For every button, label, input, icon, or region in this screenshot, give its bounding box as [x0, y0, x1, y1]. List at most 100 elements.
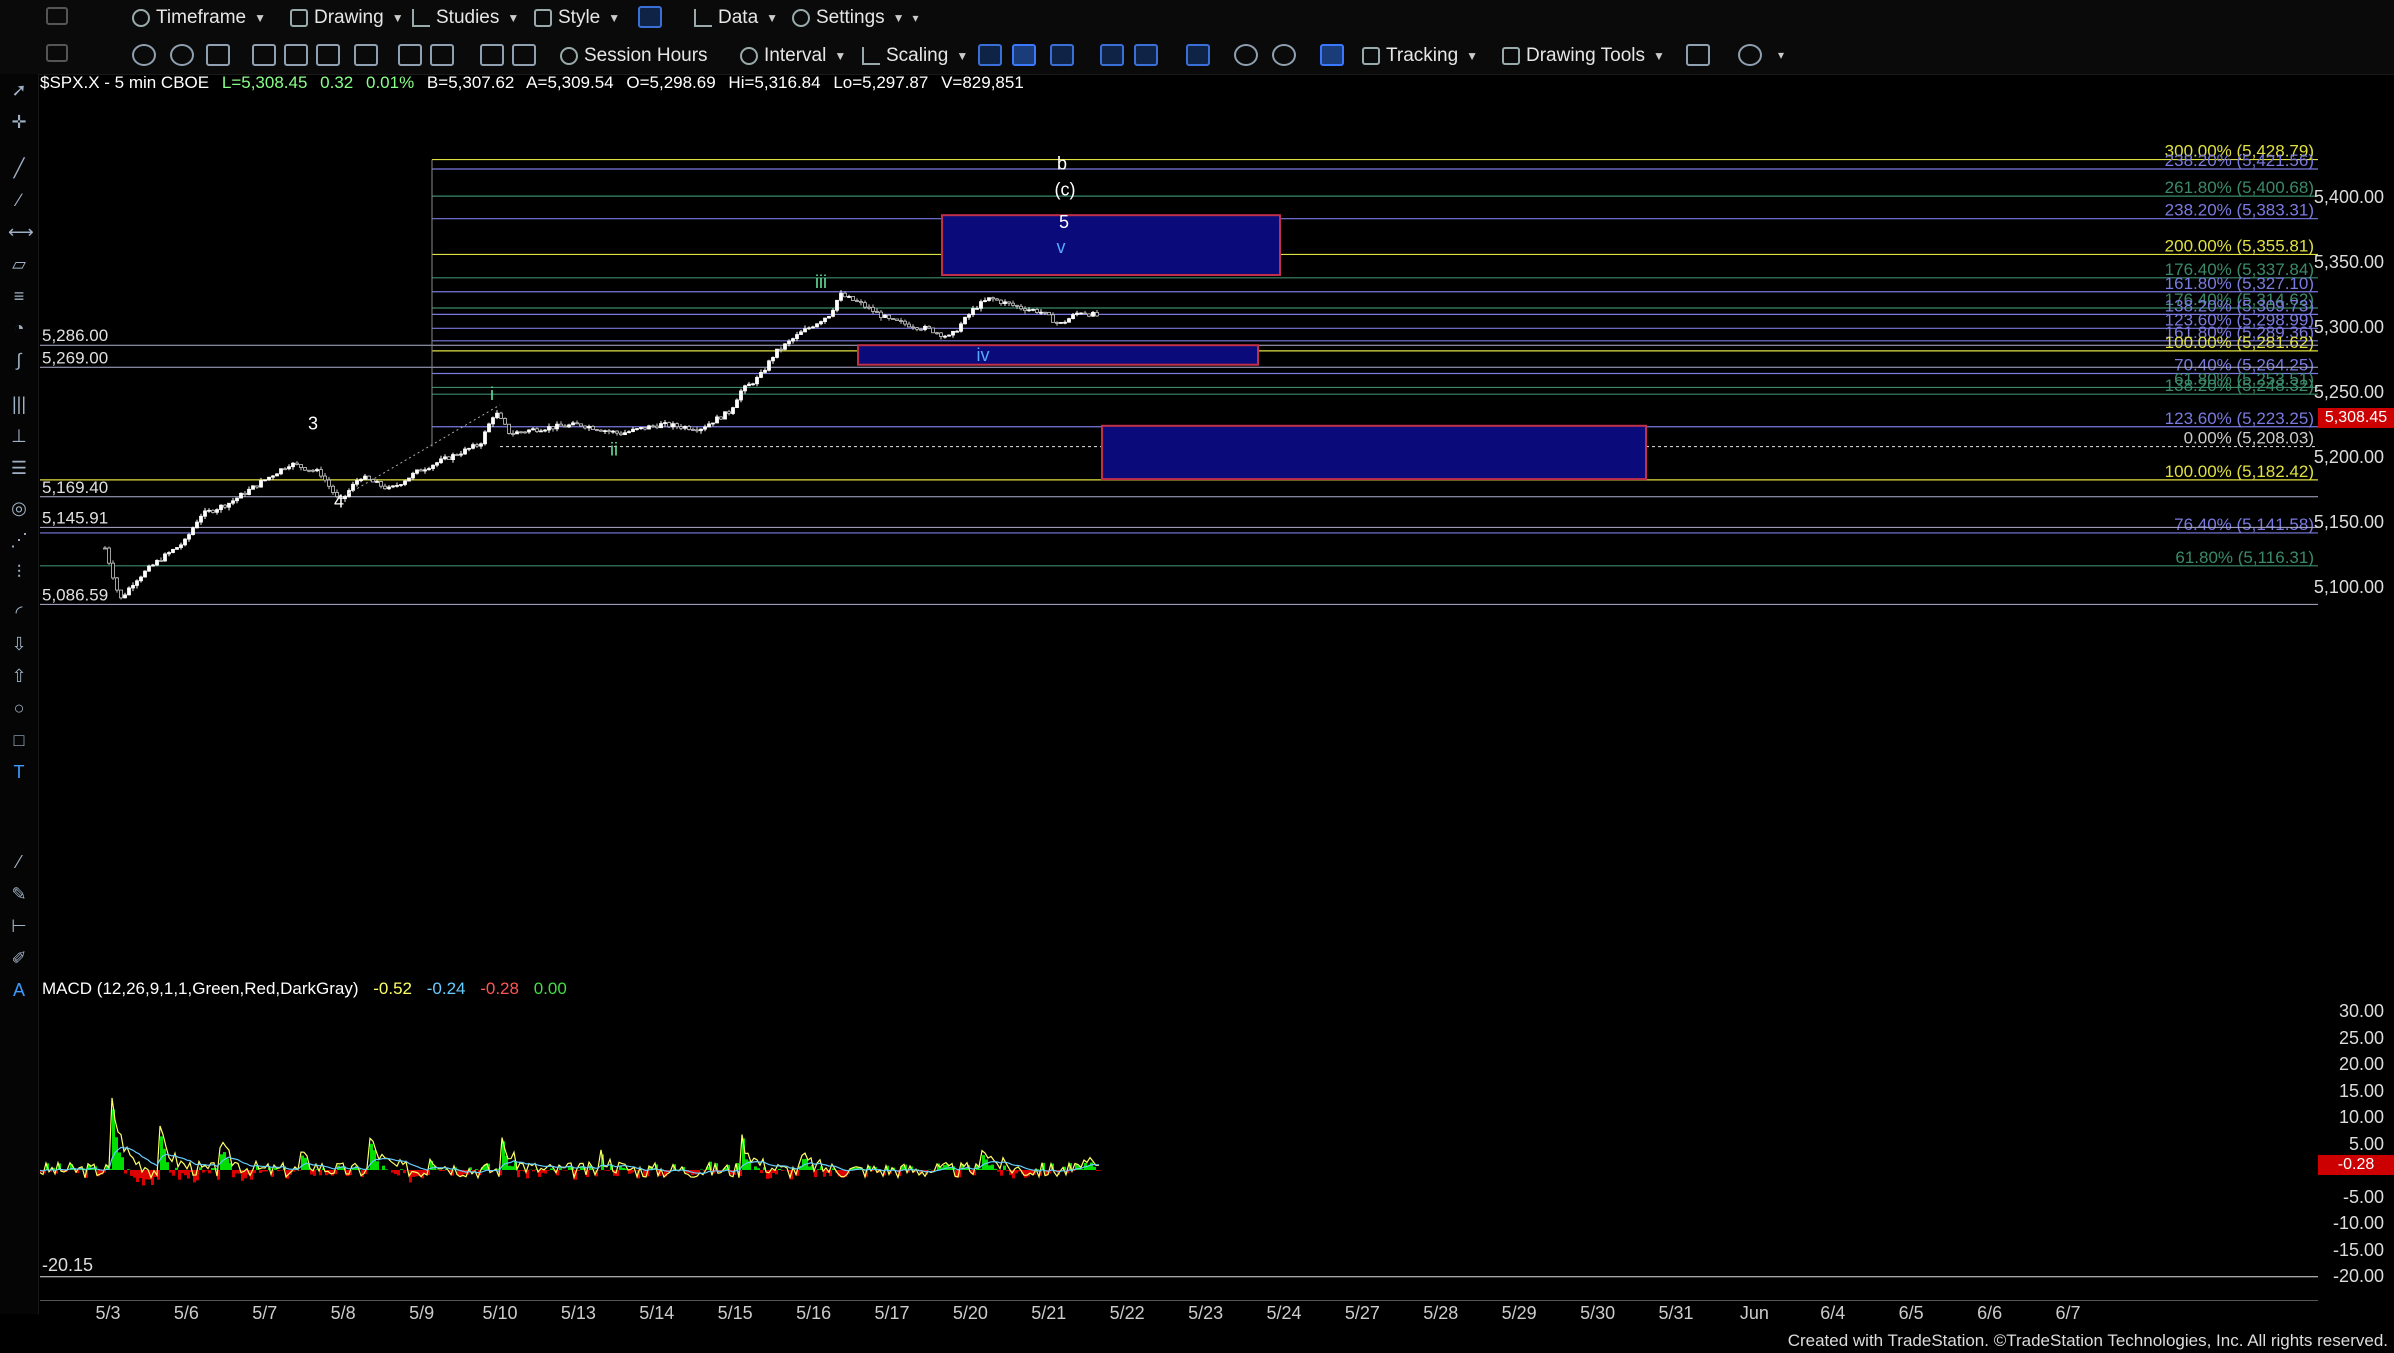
channel-icon[interactable]: ▱ [8, 254, 30, 274]
screenshot-icon[interactable] [316, 44, 340, 66]
studies-label: Studies [436, 7, 500, 28]
window-icon[interactable] [46, 7, 68, 25]
format-icon[interactable] [430, 44, 454, 66]
more-icon[interactable]: ▾ [913, 11, 919, 25]
delete-drawings-icon[interactable]: ✎ [8, 884, 30, 904]
settings-menu[interactable]: Settings ▼ ▾ [792, 6, 919, 30]
ellipse-icon[interactable]: ○ [8, 698, 30, 718]
candle-body [919, 328, 923, 331]
symbol-label: $SPX.X - 5 min CBOE [40, 73, 210, 92]
candle-body [719, 416, 723, 420]
candle-body [847, 296, 851, 298]
candle-body [991, 297, 995, 300]
candle-body [619, 432, 623, 436]
style-menu[interactable]: Style ▼ [534, 6, 620, 30]
candlestick-icon[interactable] [1012, 44, 1036, 66]
pointer-icon[interactable]: ➚ [8, 80, 30, 100]
macd-chart[interactable] [40, 980, 2318, 1298]
ray-icon[interactable]: ∕ [8, 190, 30, 210]
timeframe-menu[interactable]: Timeframe ▼ [132, 6, 266, 30]
circle-tool-icon[interactable] [132, 44, 156, 66]
macd-histogram-bar [1090, 1162, 1093, 1170]
text-icon[interactable]: T [8, 762, 30, 782]
chart-window-icon[interactable] [206, 44, 230, 66]
candle-body [843, 292, 847, 298]
parallel-lines-icon[interactable]: ≡ [8, 286, 30, 306]
price-axis[interactable]: 5,400.00 5,350.00 5,300.00 5,250.00 5,200.00… [2314, 92, 2394, 952]
more-icon[interactable]: ▾ [1778, 48, 1784, 62]
candle-body [967, 314, 971, 318]
brush-icon[interactable]: ∫ [8, 350, 30, 370]
screen-icon[interactable] [512, 44, 536, 66]
data-menu[interactable]: Data ▼ [694, 6, 778, 30]
scaling-menu[interactable]: Scaling ▼ [862, 44, 968, 68]
macd-histogram-bar [436, 1169, 439, 1170]
studies-icon[interactable] [1134, 44, 1158, 66]
candle-body [995, 298, 999, 301]
candle-body [527, 429, 531, 433]
candle-body [731, 407, 735, 414]
circle-tool-2-icon[interactable] [170, 44, 194, 66]
fib-retrace-icon[interactable]: ☰ [8, 458, 30, 478]
layout-icon[interactable] [252, 44, 276, 66]
macd-histogram-bar [187, 1170, 190, 1179]
candle-body [491, 417, 495, 425]
gann-icon[interactable]: ◎ [8, 498, 30, 518]
zoom-out-icon[interactable] [1272, 44, 1296, 66]
studies-menu[interactable]: Studies ▼ [412, 6, 519, 30]
fib-icon[interactable]: ◔ [8, 318, 30, 338]
time-axis-label: 5/14 [639, 1303, 675, 1323]
candle-body [699, 428, 703, 432]
lock-icon[interactable]: ⊢ [8, 916, 30, 936]
tile-icon[interactable] [284, 44, 308, 66]
candle-body [803, 328, 807, 333]
macd-histogram-bar [169, 1170, 172, 1173]
grid-icon[interactable] [1320, 44, 1344, 66]
trendline-icon[interactable]: ╱ [8, 158, 30, 178]
interval-menu[interactable]: Interval ▼ [740, 44, 846, 68]
arrow-up-icon[interactable]: ⇧ [8, 666, 30, 686]
zoom-in-icon[interactable] [1234, 44, 1258, 66]
time-axis-label: 5/29 [1501, 1303, 1537, 1323]
fib-label: 238.20% (5,383.31) [2165, 201, 2314, 220]
horizontal-ray-icon[interactable]: ⟷ [8, 222, 34, 242]
print-icon[interactable] [398, 44, 422, 66]
arrow-down-icon[interactable]: ⇩ [8, 634, 30, 654]
candle-body [715, 416, 719, 424]
tracking-menu[interactable]: Tracking ▼ [1362, 44, 1478, 68]
vertical-lines-icon[interactable]: ||| [8, 394, 30, 414]
fib-ext-icon[interactable]: ⊥ [8, 426, 30, 446]
crosshair-icon[interactable]: ✛ [8, 112, 30, 132]
volume-icon[interactable] [1100, 44, 1124, 66]
candle-body [423, 469, 427, 472]
macd-histogram-bar [262, 1170, 265, 1172]
text-annotation-icon[interactable]: A [8, 980, 30, 1000]
session-hours-menu[interactable]: Session Hours [560, 44, 708, 68]
hierarchy-icon[interactable] [480, 44, 504, 66]
candle-body [583, 425, 587, 429]
pattern-icon[interactable]: ⋰ [8, 530, 30, 550]
price-chart[interactable]: 300.00% (5,428.79)238.20% (5,421.56)261.… [40, 92, 2318, 952]
export-icon[interactable] [1686, 44, 1710, 66]
symbol-status-line: $SPX.X - 5 min CBOE L=5,308.45 0.32 0.01… [40, 73, 1032, 93]
cloud-icon[interactable] [1738, 44, 1762, 66]
bar-style-icon[interactable] [978, 44, 1002, 66]
rectangle-icon[interactable]: □ [8, 730, 30, 750]
macd-histogram-bar [979, 1168, 982, 1170]
arc-icon[interactable]: ◜ [8, 602, 30, 622]
drawing-menu[interactable]: Drawing ▼ [290, 6, 404, 30]
chevron-down-icon: ▼ [391, 11, 404, 25]
time-axis-label: 6/5 [1898, 1303, 1924, 1323]
window-icon[interactable] [46, 44, 68, 62]
edit-icon[interactable]: ✐ [8, 948, 30, 968]
ohlc-icon[interactable] [1050, 44, 1074, 66]
window-split-icon[interactable] [1186, 44, 1210, 66]
eraser-icon[interactable]: ⁄ [8, 852, 30, 872]
sync-icon[interactable] [354, 44, 378, 66]
link-icon[interactable] [638, 6, 662, 28]
candle-body [875, 311, 879, 313]
time-axis[interactable]: 5/3 5/6 5/7 5/8 5/9 5/10 5/13 5/14 5/15 5/16 5/17 5… [40, 1300, 2318, 1323]
macd-axis[interactable]: 30.00 25.00 20.00 15.00 10.00 5.00 -5.00 -10.00… [2318, 980, 2394, 1298]
cycle-icon[interactable]: ⫶ [8, 562, 30, 582]
drawing-tools-menu[interactable]: Drawing Tools ▼ [1502, 44, 1665, 68]
